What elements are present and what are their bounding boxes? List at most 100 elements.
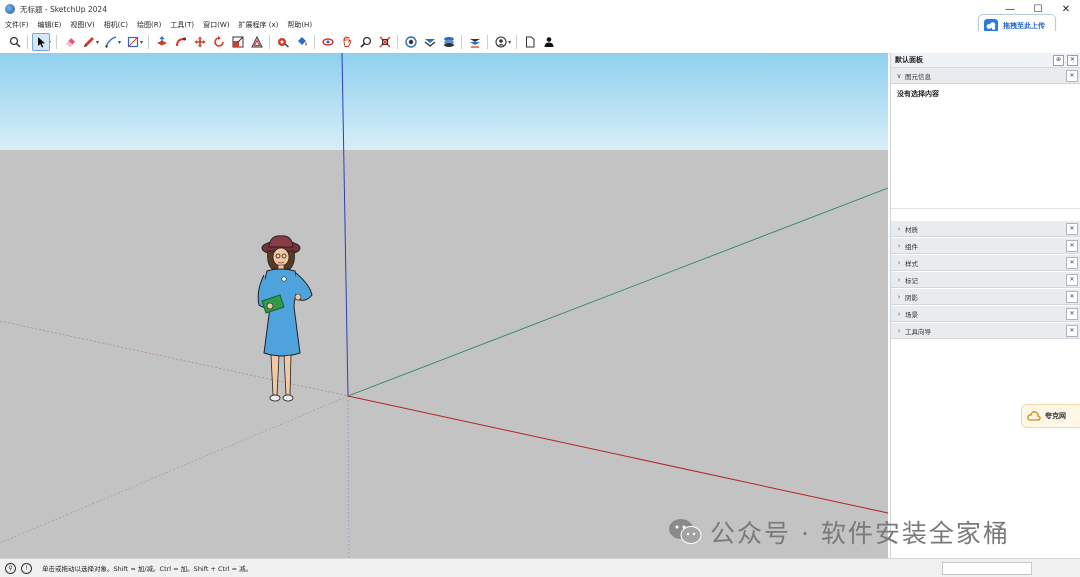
account-icon[interactable]	[492, 33, 510, 51]
main-toolbar: ▾ ▾ ▾ ▾	[0, 31, 1080, 54]
tray-shadows[interactable]: › 阴影 ✕	[891, 289, 1080, 305]
wechat-logo-icon	[669, 519, 702, 544]
menu-draw[interactable]: 绘图(R)	[132, 20, 165, 30]
menu-extensions[interactable]: 扩展程序 (x)	[233, 20, 282, 30]
search-icon[interactable]	[6, 33, 24, 51]
toolbar-divider	[516, 35, 518, 49]
layers-icon[interactable]	[440, 33, 458, 51]
menu-file[interactable]: 文件(F)	[0, 20, 33, 30]
chevron-down-icon: ∨	[896, 71, 902, 80]
line-icon[interactable]	[102, 33, 120, 51]
toolbar-divider	[148, 35, 150, 49]
cloud-icon	[1027, 411, 1041, 421]
close-button[interactable]: ✕	[1052, 0, 1080, 18]
chevron-right-icon: ›	[897, 309, 901, 318]
tray-entity-info[interactable]: ∨ 图元信息 ✕	[891, 68, 1080, 84]
sky	[0, 53, 888, 150]
measurements-box[interactable]	[942, 562, 1032, 575]
tray-scenes[interactable]: › 场景 ✕	[891, 306, 1080, 322]
rectangle-icon[interactable]	[124, 33, 142, 51]
default-tray-panel: 默认面板 ⊕ ✕ ∨ 图元信息 ✕ 没有选择内容 › 材质 ✕ › 组件 ✕ ›…	[890, 53, 1080, 558]
watermark: 公众号 · 软件安装全家桶	[668, 514, 1010, 550]
info-icon[interactable]: !	[21, 562, 32, 574]
tray-label: 材质	[905, 225, 918, 234]
close-icon[interactable]: ✕	[1066, 290, 1078, 303]
follow-me-icon[interactable]	[172, 33, 190, 51]
chevron-right-icon: ›	[897, 326, 901, 335]
menu-tools[interactable]: 工具(T)	[165, 20, 198, 30]
tray-components[interactable]: › 组件 ✕	[891, 238, 1080, 254]
window-title: 无标题 - SketchUp 2024	[20, 4, 107, 14]
select-arrow-icon[interactable]	[32, 33, 50, 51]
toolbar-divider	[397, 35, 399, 49]
tray-label: 场景	[905, 310, 918, 319]
zoom-icon[interactable]	[357, 33, 375, 51]
orbit-icon[interactable]	[319, 33, 337, 51]
geo-location-icon[interactable]: ⚲	[5, 562, 16, 574]
move-icon[interactable]	[191, 33, 209, 51]
offset-icon[interactable]	[248, 33, 266, 51]
styles-icon[interactable]	[466, 33, 484, 51]
panel-header: 默认面板 ⊕ ✕	[891, 53, 1080, 68]
chevron-right-icon: ›	[897, 224, 901, 233]
new-doc-icon[interactable]	[521, 33, 539, 51]
toolbar-divider	[314, 35, 316, 49]
pan-icon[interactable]	[338, 33, 356, 51]
close-icon[interactable]: ✕	[1066, 239, 1078, 252]
close-icon[interactable]: ✕	[1066, 69, 1078, 82]
watermark-text: 公众号 · 软件安装全家桶	[710, 519, 1010, 548]
eraser-icon[interactable]	[61, 33, 79, 51]
tray-styles[interactable]: › 样式 ✕	[891, 255, 1080, 271]
close-icon[interactable]: ✕	[1066, 256, 1078, 269]
warehouse-icon[interactable]	[402, 33, 420, 51]
entity-info-body: 没有选择内容	[891, 84, 1080, 209]
cloud-upload-label: 拖拽至此上传	[1003, 22, 1045, 30]
toolbar-divider	[269, 35, 271, 49]
pin-icon[interactable]: ⊕	[1053, 54, 1064, 66]
scale-figure	[257, 235, 313, 402]
panel-title: 默认面板	[895, 56, 923, 64]
tape-measure-icon[interactable]	[274, 33, 292, 51]
panel-close-icon[interactable]: ✕	[1067, 54, 1078, 66]
tray-label: 样式	[905, 259, 918, 268]
tray-materials[interactable]: › 材质 ✕	[891, 221, 1080, 237]
quark-side-widget[interactable]: 夸克网	[1021, 404, 1080, 428]
title-bar: 无标题 - SketchUp 2024 — ☐ ✕	[0, 0, 1080, 18]
menu-window[interactable]: 窗口(W)	[198, 20, 233, 30]
toolbar-divider	[461, 35, 463, 49]
sketchup-logo-icon	[5, 4, 15, 14]
paint-bucket-icon[interactable]	[293, 33, 311, 51]
tray-label: 组件	[905, 242, 918, 251]
toolbar-divider	[487, 35, 489, 49]
chevron-right-icon: ›	[897, 275, 901, 284]
chevron-right-icon: ›	[897, 292, 901, 301]
status-text: 单击或拖动以选择对象。Shift = 加/减。Ctrl = 加。Shift + …	[42, 565, 253, 573]
toolbar-divider	[56, 35, 58, 49]
close-icon[interactable]: ✕	[1066, 222, 1078, 235]
close-icon[interactable]: ✕	[1066, 273, 1078, 286]
menu-edit[interactable]: 编辑(E)	[33, 20, 66, 30]
extension-icon[interactable]	[421, 33, 439, 51]
menu-camera[interactable]: 相机(C)	[99, 20, 132, 30]
ground	[0, 150, 888, 558]
chevron-right-icon: ›	[897, 241, 901, 250]
tray-tags[interactable]: › 标记 ✕	[891, 272, 1080, 288]
scale-icon[interactable]	[229, 33, 247, 51]
menu-view[interactable]: 视图(V)	[65, 20, 98, 30]
status-bar: ⚲ ! 单击或拖动以选择对象。Shift = 加/减。Ctrl = 加。Shif…	[0, 558, 1080, 577]
tray-label: 阴影	[905, 293, 918, 302]
pencil-icon[interactable]	[80, 33, 98, 51]
model-viewport[interactable]	[0, 53, 888, 558]
close-icon[interactable]: ✕	[1066, 307, 1078, 320]
zoom-extents-icon[interactable]	[376, 33, 394, 51]
menu-bar: 文件(F) 编辑(E) 视图(V) 相机(C) 绘图(R) 工具(T) 窗口(W…	[0, 18, 316, 31]
push-pull-icon[interactable]	[153, 33, 171, 51]
close-icon[interactable]: ✕	[1066, 324, 1078, 337]
tray-label: 工具向导	[905, 327, 931, 336]
tray-label: 图元信息	[905, 72, 931, 81]
rotate-icon[interactable]	[210, 33, 228, 51]
tray-instructor[interactable]: › 工具向导 ✕	[891, 323, 1080, 339]
chevron-right-icon: ›	[897, 258, 901, 267]
menu-help[interactable]: 帮助(H)	[282, 20, 316, 30]
user-icon[interactable]	[540, 33, 558, 51]
